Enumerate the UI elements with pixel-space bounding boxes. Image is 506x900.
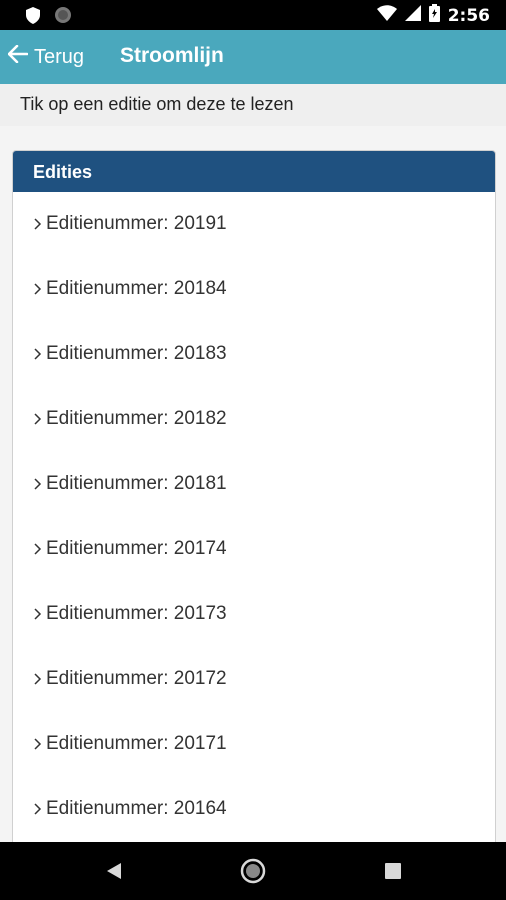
arrow-left-icon: [7, 44, 29, 69]
chevron-right-icon: [31, 280, 45, 298]
list-item-label: Editienummer: 20173: [46, 602, 227, 624]
navigation-bar: [0, 842, 506, 900]
list-item-label: Editienummer: 20164: [46, 797, 227, 819]
status-bar: 2:56: [0, 0, 506, 30]
editions-list: Editienummer: 20191 Editienummer: 20184 …: [13, 192, 495, 841]
shield-icon: [26, 6, 40, 29]
list-item[interactable]: Editienummer: 20183: [13, 321, 495, 386]
chevron-right-icon: [31, 800, 45, 818]
chevron-right-icon: [31, 475, 45, 493]
list-item[interactable]: Editienummer: 20191: [13, 192, 495, 256]
list-item-label: Editienummer: 20174: [46, 537, 227, 559]
clock: 2:56: [447, 5, 490, 26]
circle-icon: [54, 6, 72, 29]
signal-icon: [404, 5, 421, 26]
list-item-label: Editienummer: 20183: [46, 342, 227, 364]
list-item[interactable]: Editienummer: 20182: [13, 386, 495, 451]
list-item-label: Editienummer: 20181: [46, 472, 227, 494]
list-item[interactable]: Editienummer: 20171: [13, 711, 495, 776]
chevron-right-icon: [31, 540, 45, 558]
nav-home-icon[interactable]: [238, 856, 268, 886]
chevron-right-icon: [31, 605, 45, 623]
list-item-label: Editienummer: 20182: [46, 407, 227, 429]
list-item-label: Editienummer: 20171: [46, 732, 227, 754]
instruction-text: Tik op een editie om deze te lezen: [0, 84, 506, 126]
list-item[interactable]: Editienummer: 20172: [13, 646, 495, 711]
list-item-label: Editienummer: 20191: [46, 213, 227, 234]
list-item[interactable]: Editienummer: 20184: [13, 256, 495, 321]
page-title: Stroomlijn: [120, 44, 224, 67]
back-button[interactable]: Terug: [7, 40, 85, 74]
battery-icon: [428, 4, 440, 27]
nav-back-icon[interactable]: [99, 856, 129, 886]
list-item-label: Editienummer: 20184: [46, 277, 227, 299]
chevron-right-icon: [31, 215, 45, 233]
chevron-right-icon: [31, 735, 45, 753]
nav-recents-icon[interactable]: [378, 856, 408, 886]
list-item[interactable]: Editienummer: 20173: [13, 581, 495, 646]
list-item[interactable]: Editienummer: 20181: [13, 451, 495, 516]
panel-heading: Edities: [13, 151, 495, 192]
chevron-right-icon: [31, 410, 45, 428]
chevron-right-icon: [31, 345, 45, 363]
list-item-label: Editienummer: 20172: [46, 667, 227, 689]
wifi-icon: [376, 5, 397, 26]
back-button-label: Terug: [34, 45, 85, 68]
chevron-right-icon: [31, 670, 45, 688]
app-bar: Terug Stroomlijn: [0, 30, 506, 84]
list-item[interactable]: Editienummer: 20174: [13, 516, 495, 581]
editions-panel: Edities Editienummer: 20191 Editienummer…: [12, 150, 496, 870]
list-item[interactable]: Editienummer: 20164: [13, 776, 495, 841]
